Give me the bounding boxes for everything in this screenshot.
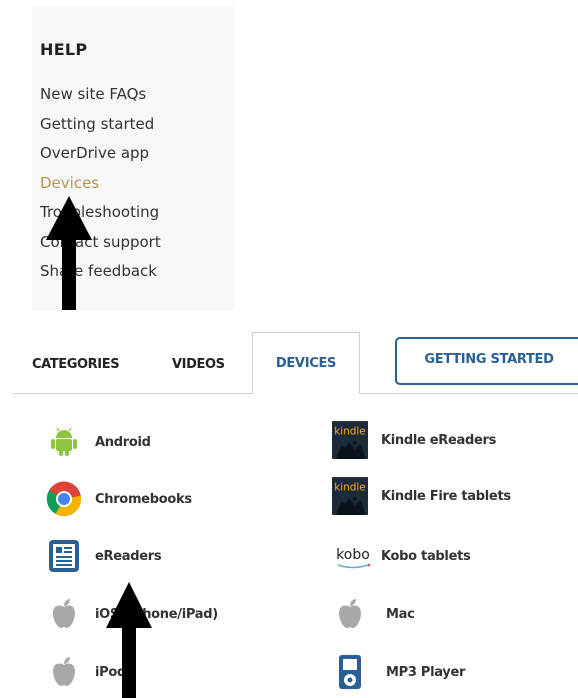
tab-videos[interactable]: VIDEOS — [172, 357, 225, 372]
help-title: HELP — [40, 40, 88, 59]
ereader-icon — [46, 538, 82, 574]
tab-categories[interactable]: CATEGORIES — [32, 357, 120, 372]
kindle-logo-text: kindle — [334, 425, 365, 437]
up-arrow-annotation — [46, 196, 92, 310]
kindle-icon: kindle — [332, 477, 368, 515]
up-arrow-annotation — [106, 582, 152, 698]
kobo-icon: kobo — [332, 538, 374, 574]
help-link-overdrive-app[interactable]: OverDrive app — [40, 139, 161, 169]
mp3-player-icon — [332, 654, 368, 690]
device-label: Android — [95, 434, 151, 450]
apple-icon — [46, 654, 82, 690]
device-chromebooks[interactable]: Chromebooks — [46, 481, 192, 517]
apple-icon — [46, 596, 82, 632]
device-kindle-fire[interactable]: kindle Kindle Fire tablets — [332, 477, 511, 515]
kobo-logo-text: kobo — [336, 547, 370, 563]
device-kobo[interactable]: kobo Kobo tablets — [332, 538, 471, 574]
device-label: Kindle eReaders — [381, 432, 497, 448]
device-label: Chromebooks — [95, 491, 192, 507]
help-link-devices[interactable]: Devices — [40, 169, 161, 199]
tab-devices[interactable]: DEVICES — [252, 332, 360, 394]
device-mp3-player[interactable]: MP3 Player — [332, 654, 465, 690]
getting-started-button[interactable]: GETTING STARTED — [395, 337, 578, 385]
apple-icon — [332, 596, 368, 632]
device-mac[interactable]: Mac — [332, 596, 415, 632]
device-label: MP3 Player — [386, 664, 466, 680]
help-link-new-site-faqs[interactable]: New site FAQs — [40, 80, 161, 110]
device-kindle-ereaders[interactable]: kindle Kindle eReaders — [332, 421, 497, 459]
device-label: Mac — [386, 606, 415, 622]
device-label: Kobo tablets — [381, 548, 471, 564]
device-label: eReaders — [95, 548, 162, 564]
tab-devices-label: DEVICES — [275, 355, 337, 371]
device-label: Kindle Fire tablets — [381, 488, 511, 504]
help-link-getting-started[interactable]: Getting started — [40, 110, 161, 140]
kindle-logo-text: kindle — [334, 481, 365, 493]
device-ereaders[interactable]: eReaders — [46, 538, 162, 574]
android-icon — [46, 424, 82, 460]
chrome-icon — [46, 481, 82, 517]
device-android[interactable]: Android — [46, 424, 151, 460]
kindle-icon: kindle — [332, 421, 368, 459]
